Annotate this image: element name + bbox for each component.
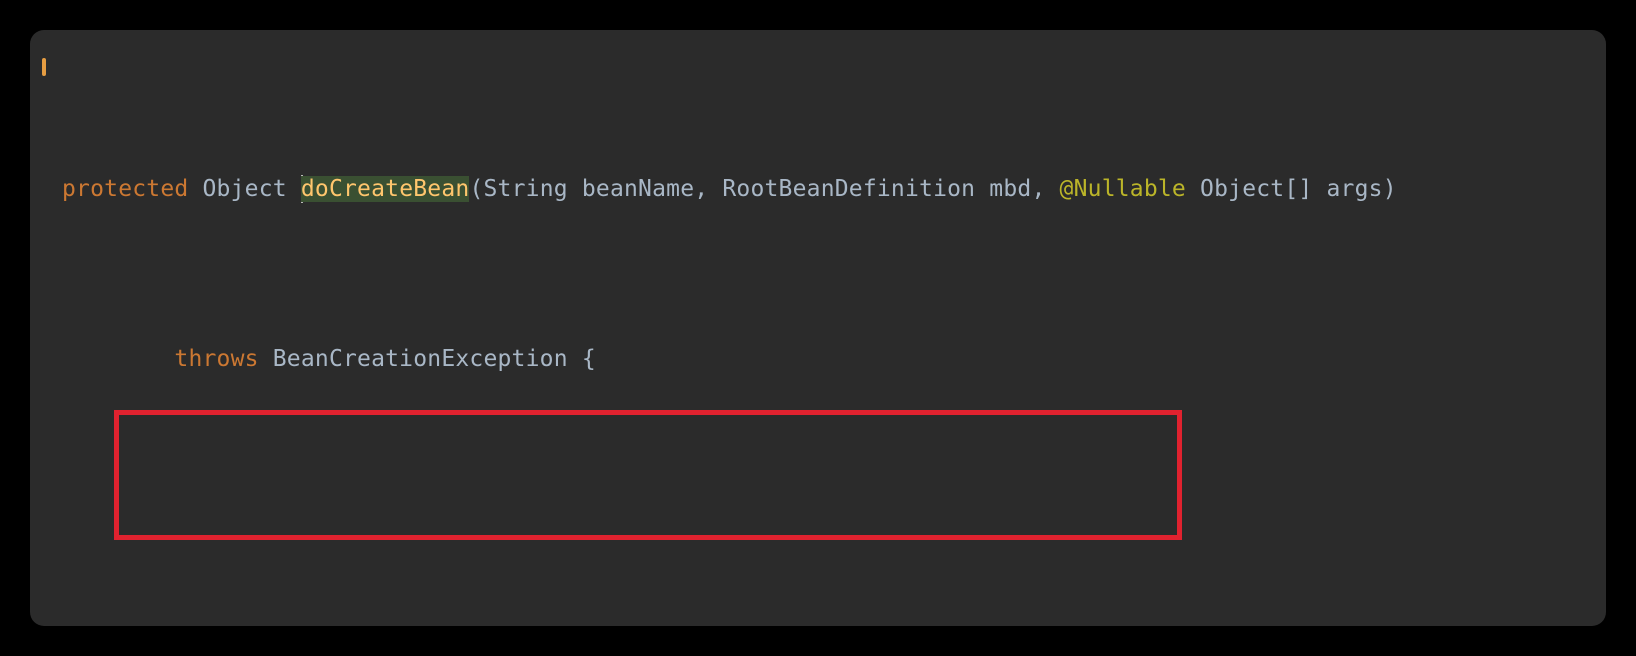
paren-close: ) [1383,176,1397,202]
paren-open: ( [469,176,483,202]
param-name-3: args [1327,176,1383,202]
code-line-2[interactable]: throws BeanCreationException { [62,338,1606,381]
param-name-1: beanName [582,176,694,202]
comma: , [1031,176,1059,202]
nullable-annotation: @Nullable [1060,176,1186,202]
keyword-throws: throws [174,346,258,372]
breakpoint-marker-icon[interactable] [42,58,46,76]
code-line-1[interactable]: protected Object doCreateBean(String bea… [62,168,1606,211]
param-type-1: String [484,176,568,202]
brace-open: { [582,346,596,372]
param-name-2: mbd [989,176,1031,202]
comma: , [694,176,722,202]
param-type-3: Object[] [1200,176,1312,202]
code-editor-window: protected Object doCreateBean(String bea… [30,30,1606,626]
method-name: doCreateBean [301,176,470,202]
keyword-protected: protected [62,176,188,202]
code-area[interactable]: protected Object doCreateBean(String bea… [30,40,1606,626]
param-type-2: RootBeanDefinition [722,176,975,202]
return-type: Object [203,176,287,202]
exception-type: BeanCreationException [273,346,568,372]
